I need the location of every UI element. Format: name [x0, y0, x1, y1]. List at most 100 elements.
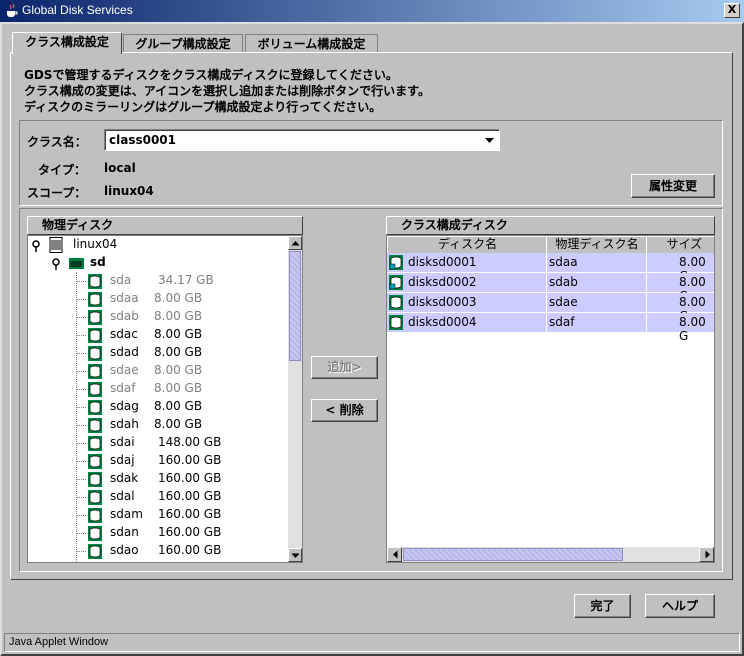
add-button[interactable]: 追加> [311, 356, 378, 379]
attribute-change-button[interactable]: 属性変更 [631, 174, 715, 198]
tree-connector [76, 425, 86, 426]
disk-size: 8.00 GB [154, 363, 203, 377]
disk-icon [88, 454, 102, 469]
column-divider [546, 253, 547, 333]
tree-expand-handle-icon[interactable] [51, 258, 61, 270]
disk-size: 8.00 GB [154, 327, 203, 341]
disk-name: sdan [110, 525, 139, 539]
table-row[interactable]: disksd0004 sdaf 8.00 G [387, 313, 714, 343]
tree-disk-node[interactable]: sdaf 8.00 GB [110, 381, 202, 399]
table-row[interactable]: disksd0001sdaa8.00 G [387, 253, 714, 283]
scroll-left-button[interactable] [387, 547, 402, 562]
disk-icon [88, 436, 102, 451]
disk-name: sdai [110, 435, 135, 449]
table-row[interactable]: disksd0003sdae8.00 G [387, 293, 714, 323]
disk-icon [88, 544, 102, 559]
tree-connector [76, 281, 86, 282]
instruction-line-3: ディスクのミラーリングはグループ構成設定より行ってください。 [24, 100, 382, 114]
tree-host-node[interactable]: linux04 [73, 237, 117, 255]
disk-name: sda [110, 273, 132, 287]
scroll-thumb[interactable] [289, 251, 301, 361]
tree-connector [76, 533, 86, 534]
tree-disk-node[interactable]: sdam 160.00 GB [110, 507, 221, 525]
tab-class-config[interactable]: クラス構成設定 [12, 32, 122, 54]
disk-icon [88, 346, 102, 361]
hscroll-thumb[interactable] [403, 548, 623, 561]
tab-volume-config[interactable]: ボリューム構成設定 [245, 34, 378, 53]
disk-size: 160.00 GB [158, 453, 222, 467]
instruction-line-1: GDSで管理するディスクをクラス構成ディスクに登録してください。 [24, 68, 398, 82]
tree-disk-node[interactable]: sdag 8.00 GB [110, 399, 202, 417]
tree-disk-node[interactable]: sdak 160.00 GB [110, 471, 221, 489]
tree-disk-node[interactable]: sdae 8.00 GB [110, 363, 202, 381]
disk-icon [88, 382, 102, 397]
chevron-left-icon [393, 550, 398, 559]
tree-disk-node[interactable]: sdal 160.00 GB [110, 489, 221, 507]
disk-icon [88, 526, 102, 541]
chevron-right-icon [705, 550, 710, 559]
disk-name: sdag [110, 399, 139, 413]
window-title: Global Disk Services [22, 3, 133, 17]
help-button[interactable]: ヘルプ [645, 594, 715, 618]
scroll-right-button[interactable] [699, 547, 714, 562]
disk-name: sdab [110, 309, 139, 323]
disk-name: sdaj [110, 453, 135, 467]
disk-size: 8.00 GB [154, 381, 203, 395]
disk-name: sdal [110, 489, 135, 503]
class-name-label: クラス名： [27, 135, 87, 149]
disk-name: sdad [110, 345, 139, 359]
disk-name: sdah [110, 417, 139, 431]
tree-disk-node[interactable]: sdad 8.00 GB [110, 345, 202, 363]
cell-size: 8.00 G [679, 315, 706, 343]
tree-disk-node[interactable]: sdac 8.00 GB [110, 327, 202, 345]
chevron-down-icon[interactable] [479, 130, 499, 150]
physical-disk-tree: linux04 sd sda 34.17 GB sdaa 8.00 GB sdab 8.0… [27, 235, 303, 563]
tree-connector [76, 299, 86, 300]
tree-controller-node[interactable]: sd [90, 255, 106, 273]
chevron-down-icon [291, 553, 300, 558]
disk-icon [88, 292, 102, 307]
disk-icon [389, 295, 403, 310]
cell-disk-name: disksd0004 [408, 315, 477, 329]
tab-group-config[interactable]: グループ構成設定 [123, 34, 243, 53]
tree-disk-node[interactable]: sdaa 8.00 GB [110, 291, 202, 309]
tree-disk-node[interactable]: sdan 160.00 GB [110, 525, 221, 543]
tree-connector [76, 389, 86, 390]
tree-connector [76, 515, 86, 516]
cell-physical-disk: sdae [549, 295, 578, 309]
tree-connector [76, 317, 86, 318]
close-button[interactable]: X [724, 3, 740, 18]
scope-value: linux04 [104, 184, 154, 198]
server-icon [49, 237, 63, 253]
disk-icon [88, 400, 102, 415]
tree-connector [76, 371, 86, 372]
scroll-down-button[interactable] [288, 548, 302, 562]
class-name-combo[interactable]: class0001 [104, 129, 500, 151]
tree-disk-node[interactable]: sdah 8.00 GB [110, 417, 202, 435]
disk-size: 8.00 GB [154, 309, 203, 323]
tree-connector [76, 335, 86, 336]
tree-disk-node[interactable]: sda 34.17 GB [110, 273, 214, 291]
tree-disk-node[interactable]: sdao 160.00 GB [110, 543, 221, 561]
tree-connector [76, 497, 86, 498]
java-cup-icon [7, 3, 18, 17]
scroll-up-button[interactable] [288, 236, 302, 250]
remove-button[interactable]: < 削除 [311, 399, 378, 422]
tree-disk-node[interactable]: sdab 8.00 GB [110, 309, 202, 327]
chevron-up-icon [291, 241, 300, 246]
tree-connector [76, 353, 86, 354]
cell-physical-disk: sdab [549, 275, 578, 289]
done-button[interactable]: 完了 [574, 594, 631, 618]
disk-name: sdak [110, 471, 139, 485]
table-row[interactable]: disksd0002sdab8.00 G [387, 273, 714, 303]
class-disk-header: クラス構成ディスク [386, 216, 715, 235]
disk-name: sdae [110, 363, 139, 377]
tree-disk-node[interactable]: sdaj 160.00 GB [110, 453, 221, 471]
tree-connector [76, 443, 86, 444]
tree-disk-node[interactable]: sdai 148.00 GB [110, 435, 221, 453]
disk-size: 160.00 GB [158, 525, 222, 539]
tree-expand-handle-icon[interactable] [31, 240, 41, 252]
class-disk-table: ディスク名 物理ディスク名 サイズ disksd0001sdaa8.00 Gdi… [386, 235, 715, 563]
disk-size: 8.00 GB [154, 291, 203, 305]
disk-size: 160.00 GB [158, 471, 222, 485]
